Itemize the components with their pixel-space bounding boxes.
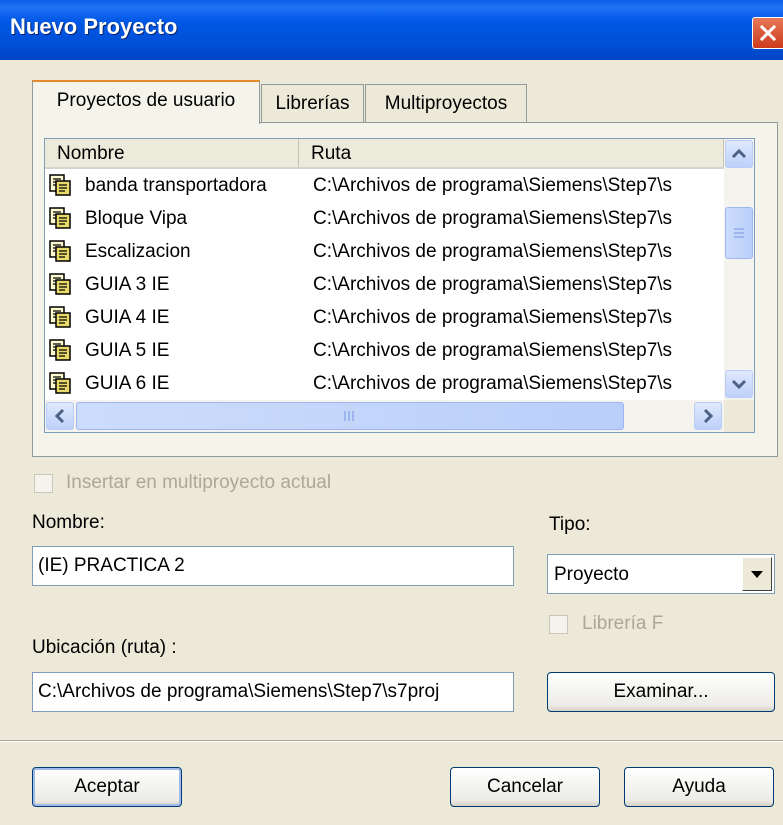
list-item[interactable]: Bloque Vipa C:\Archivos de programa\Sieme… <box>45 202 724 235</box>
project-icon <box>47 371 73 395</box>
list-item-path: C:\Archivos de programa\Siemens\Step7\s <box>313 307 673 328</box>
list-item-name: GUIA 4 IE <box>85 307 170 328</box>
column-header-path[interactable]: Ruta <box>299 139 724 167</box>
cancel-button[interactable]: Cancelar <box>450 767 600 807</box>
list-item[interactable]: Escalizacion C:\Archivos de programa\Siem… <box>45 235 724 268</box>
project-icon <box>47 206 73 230</box>
list-item[interactable]: GUIA 4 IE C:\Archivos de programa\Siemens… <box>45 301 724 334</box>
list-item-name: GUIA 3 IE <box>85 274 170 295</box>
location-field[interactable]: C:\Archivos de programa\Siemens\Step7\s7… <box>32 672 514 712</box>
close-icon <box>760 25 776 41</box>
tab-label: Librerías <box>275 93 350 114</box>
grip-icon <box>344 411 354 421</box>
insert-multiproject-checkbox[interactable] <box>34 474 53 493</box>
tab-label: Proyectos de usuario <box>56 90 236 111</box>
column-header-name[interactable]: Nombre <box>45 139 299 167</box>
list-header: Nombre Ruta <box>45 139 724 169</box>
library-f-checkbox[interactable] <box>549 615 568 634</box>
tab-label: Multiproyectos <box>384 93 508 114</box>
name-field[interactable]: (IE) PRACTICA 2 <box>32 546 514 586</box>
location-label: Ubicación (ruta) : <box>32 637 177 658</box>
chevron-up-icon <box>731 148 747 159</box>
list-item-path: C:\Archivos de programa\Siemens\Step7\s <box>313 175 673 196</box>
tab-multiprojects[interactable]: Multiproyectos <box>365 84 527 122</box>
project-icon <box>47 173 73 197</box>
window-title: Nuevo Proyecto <box>10 14 178 39</box>
insert-multiproject-label: Insertar en multiproyecto actual <box>66 472 332 493</box>
scroll-left-button[interactable] <box>46 402 74 430</box>
project-icon <box>47 305 73 329</box>
vertical-scrollbar[interactable] <box>724 139 754 400</box>
chevron-down-icon <box>731 379 747 390</box>
list-item-name: Bloque Vipa <box>85 208 188 229</box>
type-select-value: Proyecto <box>554 564 629 585</box>
dropdown-button[interactable] <box>742 557 772 591</box>
project-icon <box>47 338 73 362</box>
list-item-path: C:\Archivos de programa\Siemens\Step7\s <box>313 340 673 361</box>
scroll-thumb[interactable] <box>76 402 624 430</box>
scroll-thumb[interactable] <box>725 207 753 259</box>
accept-button[interactable]: Aceptar <box>32 767 182 807</box>
list-item[interactable]: GUIA 6 IE C:\Archivos de programa\Siemens… <box>45 367 724 399</box>
scrollbar-corner <box>724 400 754 432</box>
name-label: Nombre: <box>32 512 105 533</box>
type-select[interactable]: Proyecto <box>547 554 775 594</box>
list-item-name: GUIA 5 IE <box>85 340 170 361</box>
grip-icon <box>734 228 744 238</box>
list-item[interactable]: GUIA 5 IE C:\Archivos de programa\Siemens… <box>45 334 724 367</box>
browse-button[interactable]: Examinar... <box>547 672 775 712</box>
list-item-path: C:\Archivos de programa\Siemens\Step7\s <box>313 274 673 295</box>
list-item-name: Escalizacion <box>85 241 191 262</box>
type-label: Tipo: <box>549 514 591 535</box>
scroll-down-button[interactable] <box>725 370 753 398</box>
list-item[interactable]: GUIA 3 IE C:\Archivos de programa\Siemens… <box>45 268 724 301</box>
chevron-down-icon <box>751 571 763 578</box>
list-item[interactable]: banda transportadora C:\Archivos de progr… <box>45 169 724 202</box>
library-f-label: Librería F <box>582 613 664 634</box>
tab-libraries[interactable]: Librerías <box>261 84 364 122</box>
list-item-path: C:\Archivos de programa\Siemens\Step7\s <box>313 208 673 229</box>
list-rows: banda transportadora C:\Archivos de progr… <box>45 169 724 399</box>
close-button[interactable] <box>752 17 783 49</box>
tab-user-projects[interactable]: Proyectos de usuario <box>32 80 260 124</box>
project-icon <box>47 239 73 263</box>
list-item-path: C:\Archivos de programa\Siemens\Step7\s <box>313 241 673 262</box>
scroll-right-button[interactable] <box>694 402 722 430</box>
list-item-name: GUIA 6 IE <box>85 373 170 394</box>
horizontal-scrollbar[interactable] <box>45 400 724 432</box>
separator <box>0 740 783 742</box>
column-header-label: Ruta <box>311 143 352 164</box>
chevron-right-icon <box>703 408 714 424</box>
project-icon <box>47 272 73 296</box>
title-bar[interactable]: Nuevo Proyecto <box>0 0 783 60</box>
list-item-name: banda transportadora <box>85 175 267 196</box>
list-item-path: C:\Archivos de programa\Siemens\Step7\s <box>313 373 673 394</box>
project-list[interactable]: Nombre Ruta banda transportadora C:\Archi… <box>44 138 755 433</box>
scroll-up-button[interactable] <box>725 140 753 168</box>
help-button[interactable]: Ayuda <box>624 767 774 807</box>
column-header-label: Nombre <box>57 143 125 164</box>
chevron-left-icon <box>54 408 65 424</box>
